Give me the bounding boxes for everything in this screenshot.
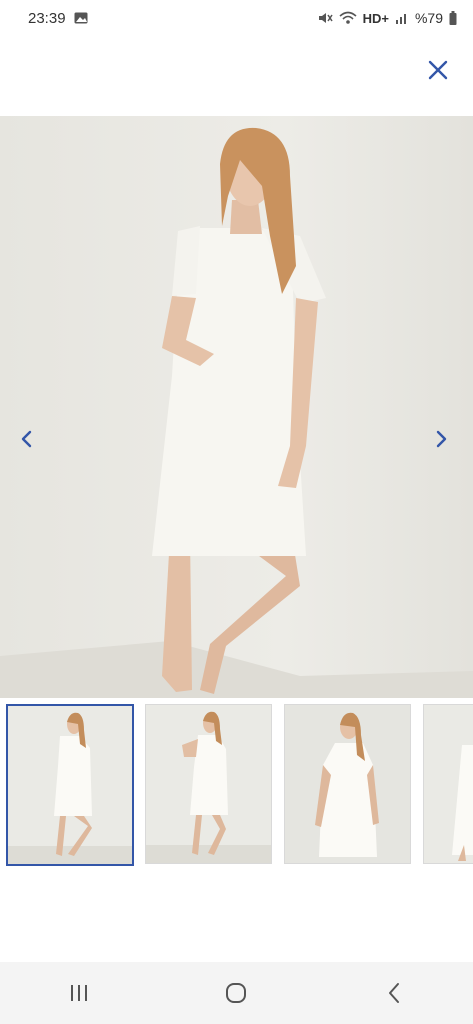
back-button[interactable]	[364, 968, 424, 1018]
status-time: 23:39	[28, 9, 66, 27]
recents-icon	[70, 985, 87, 1001]
chevron-right-icon	[436, 430, 447, 448]
chevron-left-icon	[21, 430, 32, 448]
network-type: HD+	[362, 10, 389, 26]
home-button[interactable]	[206, 968, 266, 1018]
prev-image-button[interactable]	[12, 425, 40, 453]
wifi-icon	[339, 11, 357, 24]
status-bar: 23:39 HD+ %79	[0, 0, 473, 36]
close-button[interactable]	[420, 52, 456, 88]
thumbnail-1[interactable]	[6, 704, 134, 866]
system-navigation-bar	[0, 962, 473, 1024]
thumbnail-3[interactable]	[284, 704, 411, 864]
thumbnail-2[interactable]	[145, 704, 272, 864]
mute-icon	[318, 13, 333, 23]
thumbnail-photo	[146, 705, 271, 863]
thumbnail-photo	[424, 705, 473, 863]
status-left: 23:39	[28, 10, 88, 27]
close-icon	[428, 60, 448, 80]
recents-button[interactable]	[49, 968, 109, 1018]
thumbnail-strip[interactable]	[0, 700, 473, 870]
signal-icon	[395, 14, 406, 24]
main-product-image[interactable]	[0, 116, 473, 698]
product-photo	[0, 116, 473, 698]
status-right: HD+ %79	[317, 10, 457, 26]
next-image-button[interactable]	[428, 425, 456, 453]
home-icon	[226, 983, 247, 1003]
back-icon	[389, 983, 400, 1003]
thumbnail-photo	[8, 706, 132, 864]
battery-icon	[449, 11, 457, 25]
gallery-notification-icon	[74, 12, 88, 24]
thumbnail-4[interactable]	[423, 704, 473, 864]
battery-percent: %79	[414, 10, 443, 26]
thumbnail-photo	[285, 705, 410, 863]
